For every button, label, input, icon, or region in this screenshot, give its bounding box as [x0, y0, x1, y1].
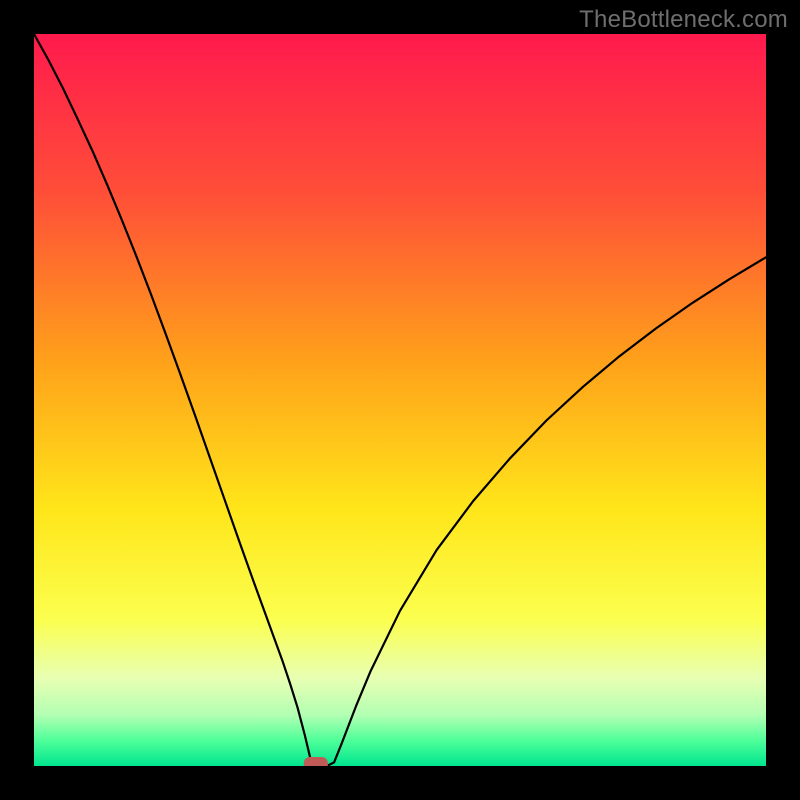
- gradient-background: [34, 34, 766, 766]
- bottleneck-chart: [34, 34, 766, 766]
- chart-frame: TheBottleneck.com: [0, 0, 800, 800]
- watermark-text: TheBottleneck.com: [579, 6, 788, 34]
- optimal-marker: [304, 757, 328, 766]
- plot-area: [34, 34, 766, 766]
